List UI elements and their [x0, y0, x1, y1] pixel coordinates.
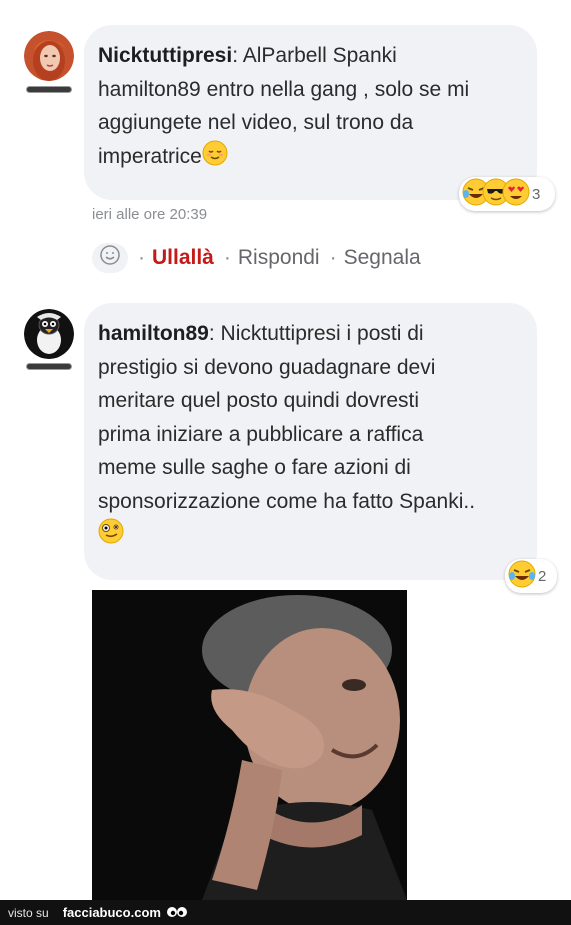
heart-eyes-icon: [502, 178, 530, 211]
comment-author[interactable]: Nicktuttipresi: [98, 44, 232, 67]
separator-dot: ·: [138, 246, 145, 269]
comment-bubble: Nicktuttipresi: AlParbell Spanki hamilto…: [84, 25, 537, 200]
separator-dot: ·: [329, 246, 337, 269]
comment-line: prima iniziare a pubblicare a raffica: [98, 422, 424, 446]
comment-line: hamilton89 entro nella gang , solo se mi: [98, 77, 470, 101]
comment-text: hamilton89: Nicktuttipresi i posti di pr…: [98, 317, 517, 555]
comment-line: imperatrice: [98, 144, 202, 168]
comment-attached-photo[interactable]: [92, 590, 407, 900]
separator-dot: ·: [223, 246, 231, 269]
avatar-nicktuttipresi[interactable]: [24, 31, 74, 81]
comment-line: sponsorizzazione come ha fatto Spanki..: [98, 489, 476, 513]
badge-icon: [26, 363, 72, 370]
eyes-logo-icon: [166, 905, 188, 921]
comment-bubble: hamilton89: Nicktuttipresi i posti di pr…: [84, 303, 537, 580]
comment-line: AlParbell Spanki: [242, 44, 397, 67]
laughing-crying-icon: [508, 560, 536, 593]
reaction-picker-button[interactable]: [92, 243, 128, 273]
like-button[interactable]: Ullallà: [152, 246, 214, 270]
comment-actions: · Ullallà · Rispondi · Segnala: [92, 243, 421, 273]
reactions-summary[interactable]: 2: [505, 559, 557, 593]
zany-face-icon: [98, 518, 124, 555]
footer-site-logo[interactable]: facciabuco.com: [63, 905, 161, 920]
reactions-summary[interactable]: 3: [459, 177, 555, 211]
comment-line: prestigio si devono guadagnare devi: [98, 355, 436, 379]
avatar-hamilton89[interactable]: [24, 309, 74, 359]
comment-author[interactable]: hamilton89: [98, 322, 209, 345]
comment-line: meritare quel posto quindi dovresti: [98, 389, 420, 412]
reaction-count: 2: [538, 567, 547, 585]
smiley-outline-icon: [99, 244, 121, 272]
watermark-footer: visto su facciabuco.com: [0, 900, 571, 925]
comment-line: aggiungete nel video, sul trono da: [98, 111, 414, 134]
comment-timestamp: ieri alle ore 20:39: [92, 206, 208, 223]
badge-icon: [26, 86, 72, 93]
comment-text: Nicktuttipresi: AlParbell Spanki hamilto…: [98, 39, 517, 176]
report-button[interactable]: Segnala: [344, 246, 421, 270]
comment-line: meme sulle saghe o fare azioni di: [98, 456, 411, 479]
reaction-count: 3: [532, 185, 541, 203]
relieved-face-icon: [202, 140, 228, 177]
comment-line: Nicktuttipresi i posti di: [220, 322, 424, 345]
reply-button[interactable]: Rispondi: [238, 246, 320, 270]
footer-visto-su: visto su: [8, 905, 49, 920]
